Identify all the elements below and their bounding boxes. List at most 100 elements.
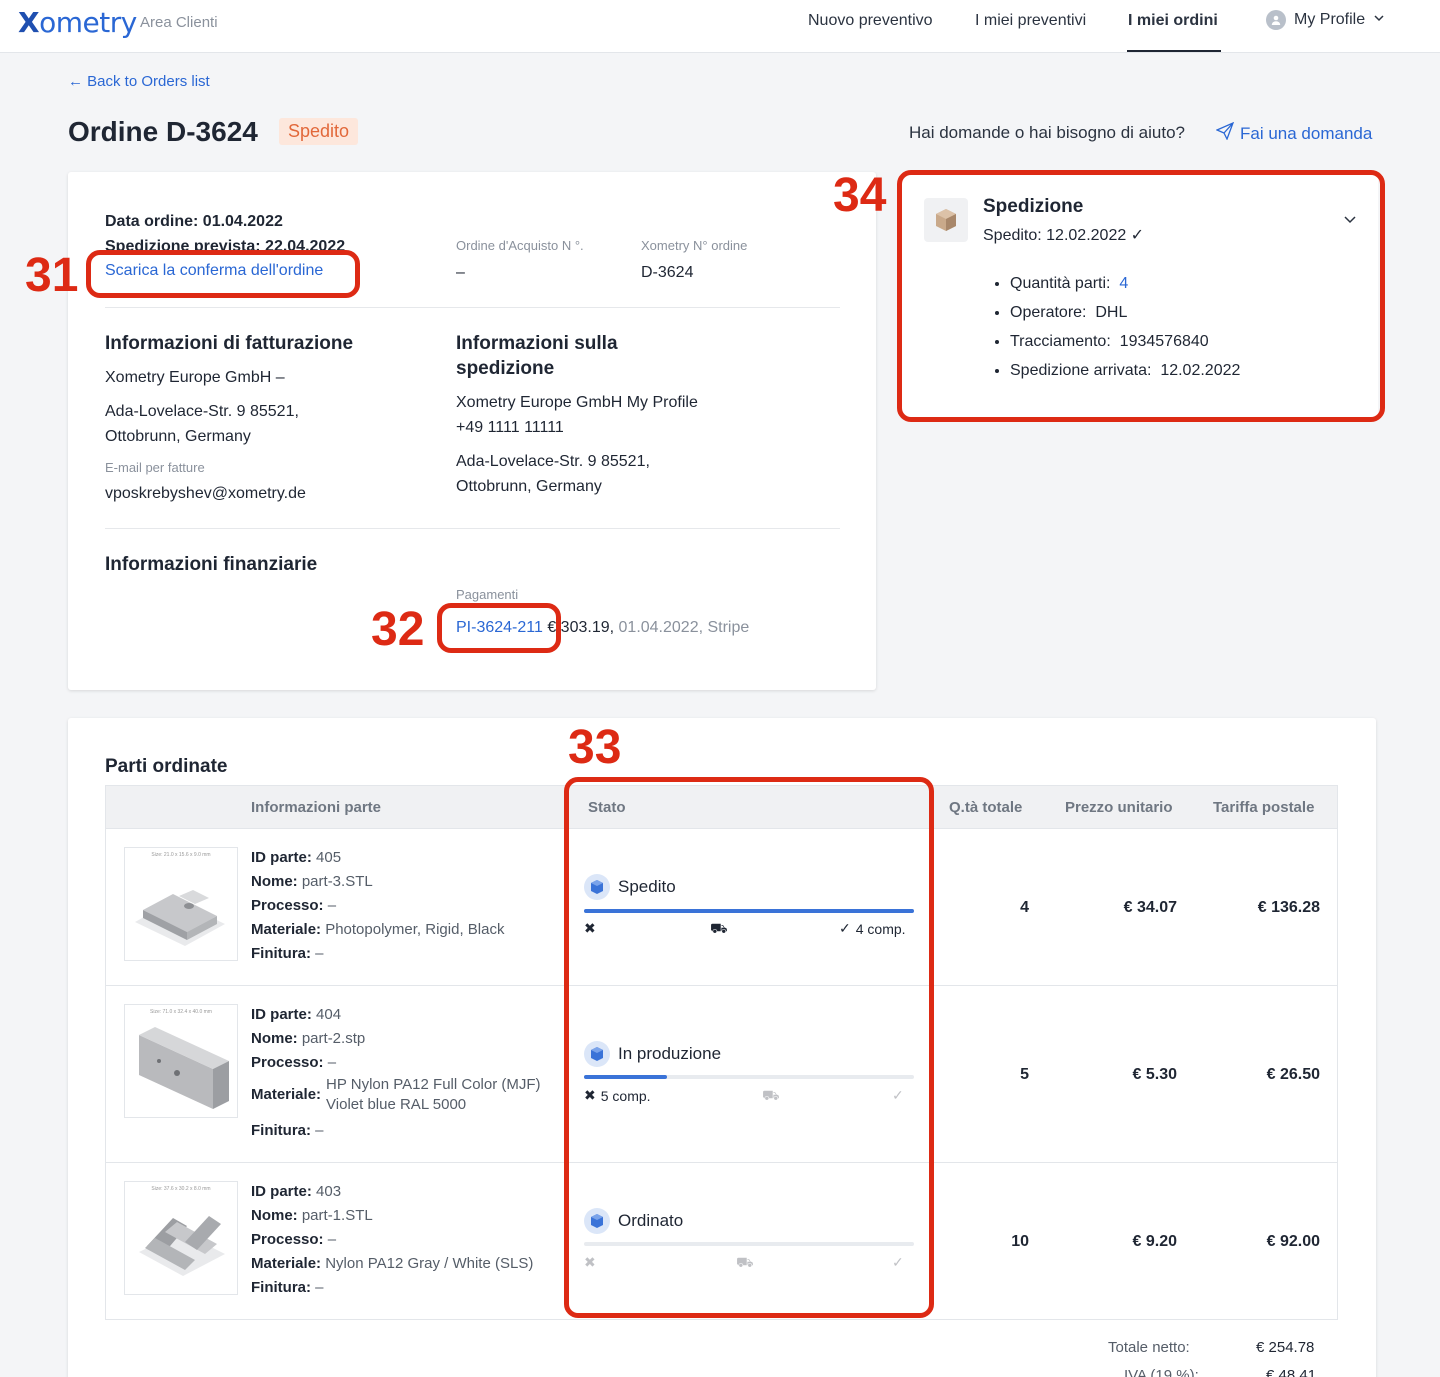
xometry-logo[interactable]: Xometry xyxy=(18,6,137,39)
net-total-label: Totale netto: xyxy=(1108,1339,1190,1356)
part-3d-image xyxy=(139,1027,229,1109)
part-name-label: Nome: xyxy=(251,1207,298,1224)
annotation-34: 34 xyxy=(833,169,887,222)
part-finish-label: Finitura: xyxy=(251,1279,311,1296)
send-icon xyxy=(1215,121,1235,145)
shipping-cost: € 136.28 xyxy=(1257,899,1320,916)
back-to-orders-link[interactable]: ← Back to Orders list xyxy=(68,73,210,90)
user-icon xyxy=(1266,10,1286,30)
part-material-line-2: Violet blue RAL 5000 xyxy=(326,1096,467,1113)
shipping-cost: € 26.50 xyxy=(1266,1066,1320,1083)
part-finish-label: Finitura: xyxy=(251,1122,311,1139)
part-thumbnail[interactable]: Size: 37.6 x 30.2 x 8.0 mm xyxy=(124,1181,238,1295)
xometry-order-value: D-3624 xyxy=(641,264,694,281)
part-info: ID parte: 404 Nome: part-2.stp Processo:… xyxy=(251,1003,541,1143)
part-id-label: ID parte: xyxy=(251,849,312,866)
ask-question-button[interactable]: Fai una domanda xyxy=(1215,121,1373,145)
area-clienti-label: Area Clienti xyxy=(140,14,218,31)
shipping-address-1: Ada-Lovelace-Str. 9 85521, xyxy=(456,453,650,470)
part-size: Size: 21.0 x 15.6 x 9.0 mm xyxy=(151,852,211,858)
part-thumbnail[interactable]: Size: 71.0 x 32.4 x 40.0 mm xyxy=(124,1004,238,1118)
part-material-line-1: HP Nylon PA12 Full Color (MJF) xyxy=(326,1076,541,1093)
part-finish: – xyxy=(315,1279,324,1296)
column-header: Q.tà totale xyxy=(949,799,1023,816)
page-title: Ordine D-3624 xyxy=(68,116,258,147)
part-info: ID parte: 403 Nome: part-1.STL Processo:… xyxy=(251,1180,533,1300)
order-date: Data ordine: 01.04.2022 xyxy=(105,213,283,230)
part-material-label: Materiale: xyxy=(251,1086,322,1103)
status-badge: Spedito xyxy=(279,118,359,145)
part-id: 405 xyxy=(316,849,342,866)
ask-question-label: Fai una domanda xyxy=(1240,123,1373,143)
finance-title: Informazioni finanziarie xyxy=(105,554,318,575)
net-total-value: € 254.78 xyxy=(1256,1339,1315,1356)
chevron-down-icon xyxy=(1373,11,1385,29)
shipping-address-2: Ottobrunn, Germany xyxy=(456,478,602,495)
nav-miei-ordini[interactable]: I miei ordini xyxy=(1128,12,1218,30)
shipping-phone: +49 1111 11111 xyxy=(456,419,564,436)
shipping-cost: € 92.00 xyxy=(1266,1233,1320,1250)
billing-address-1: Ada-Lovelace-Str. 9 85521, xyxy=(105,403,299,420)
unit-price: € 34.07 xyxy=(1123,899,1177,916)
part-process: – xyxy=(327,1054,337,1071)
profile-menu[interactable]: My Profile xyxy=(1266,10,1385,30)
parts-title: Parti ordinate xyxy=(105,756,228,777)
column-header: Informazioni parte xyxy=(251,799,382,816)
part-id: 404 xyxy=(316,1006,342,1023)
part-process-label: Processo: xyxy=(251,1231,324,1248)
part-thumbnail[interactable]: Size: 21.0 x 15.6 x 9.0 mm xyxy=(124,847,238,961)
back-to-orders-label: Back to Orders list xyxy=(87,73,210,90)
part-material-label: Materiale: xyxy=(251,921,322,938)
part-finish: – xyxy=(315,945,324,962)
unit-price: € 9.20 xyxy=(1132,1233,1177,1250)
part-material: Nylon PA12 Gray / White (SLS) xyxy=(325,1255,534,1272)
annotation-box-32 xyxy=(437,603,561,653)
po-value: – xyxy=(456,264,465,281)
part-process: – xyxy=(327,897,337,914)
part-material: Photopolymer, Rigid, Black xyxy=(325,921,505,938)
part-3d-image xyxy=(139,1216,225,1276)
part-finish-label: Finitura: xyxy=(251,945,311,962)
part-name-label: Nome: xyxy=(251,1030,298,1047)
help-question: Hai domande o hai bisogno di aiuto? xyxy=(909,123,1185,142)
part-3d-image xyxy=(135,890,225,946)
column-header: Tariffa postale xyxy=(1213,799,1315,816)
payment-meta: 01.04.2022, Stripe xyxy=(618,619,750,636)
annotation-33: 33 xyxy=(568,721,622,774)
part-id-label: ID parte: xyxy=(251,1183,312,1200)
nav-miei-preventivi[interactable]: I miei preventivi xyxy=(975,12,1086,30)
payments-label: Pagamenti xyxy=(456,587,519,602)
invoice-email: vposkrebyshev@xometry.de xyxy=(105,485,306,502)
column-header: Prezzo unitario xyxy=(1065,799,1173,816)
billing-company: Xometry Europe GmbH – xyxy=(105,369,285,386)
arrow-left-icon: ← xyxy=(68,73,83,90)
quantity: 4 xyxy=(1020,899,1029,916)
part-name: part-1.STL xyxy=(301,1207,373,1224)
shipping-company: Xometry Europe GmbH My Profile xyxy=(456,394,698,411)
invoice-email-label: E-mail per fatture xyxy=(105,460,205,475)
xometry-order-label: Xometry N° ordine xyxy=(641,238,748,253)
unit-price: € 5.30 xyxy=(1132,1066,1177,1083)
part-process-label: Processo: xyxy=(251,897,324,914)
part-process-label: Processo: xyxy=(251,1054,324,1071)
vat-label: IVA (19 %): xyxy=(1124,1367,1199,1377)
expected-shipping: Spedizione prevista: 22.04.2022 xyxy=(105,238,346,250)
nav-nuovo-preventivo[interactable]: Nuovo preventivo xyxy=(808,12,933,30)
part-id-label: ID parte: xyxy=(251,1006,312,1023)
billing-title: Informazioni di fatturazione xyxy=(105,333,354,354)
annotation-31: 31 xyxy=(25,249,79,302)
vat-value: € 48.41 xyxy=(1266,1367,1317,1377)
billing-address-2: Ottobrunn, Germany xyxy=(105,428,251,445)
part-finish: – xyxy=(315,1122,324,1139)
annotation-32: 32 xyxy=(371,603,425,656)
annotation-box-34 xyxy=(897,170,1385,422)
part-material-label: Materiale: xyxy=(251,1255,322,1272)
divider xyxy=(105,307,840,308)
part-name-label: Nome: xyxy=(251,873,298,890)
annotation-box-31 xyxy=(86,250,360,298)
annotation-box-33 xyxy=(564,777,934,1318)
part-name: part-2.stp xyxy=(301,1030,366,1047)
part-name: part-3.STL xyxy=(301,873,373,890)
quantity: 5 xyxy=(1020,1066,1029,1083)
shipping-info-title-1: Informazioni sulla xyxy=(456,333,618,354)
